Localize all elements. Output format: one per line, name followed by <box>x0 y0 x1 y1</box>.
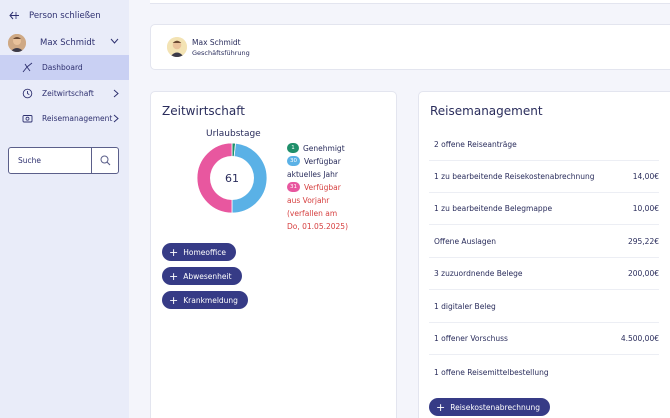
wallet-icon <box>21 113 33 125</box>
profile-role: Geschäftsführung <box>192 48 250 57</box>
plus-icon: + <box>169 293 179 307</box>
legend-text: Verfügbar <box>304 183 341 192</box>
search-box <box>8 147 119 174</box>
legend-text-continued: Do, 01.05.2025) <box>287 222 348 231</box>
sidebar-item-label: Reisemanagement <box>42 114 113 123</box>
reisemanagement-card: Reisemanagement 2 offene Reiseanträge 1 … <box>418 91 670 418</box>
reise-row-reisekostenabrechnung[interactable]: 1 zu bearbeitende Reisekostenabrechnung … <box>429 161 659 193</box>
search-input[interactable] <box>9 148 91 173</box>
row-label: 1 zu bearbeitende Reisekostenabrechnung <box>434 172 595 181</box>
row-label: 1 zu bearbeitende Belegmappe <box>434 204 553 213</box>
vacation-donut-chart: 61 <box>196 142 268 214</box>
legend-text: Verfügbar <box>304 157 341 166</box>
row-label: Offene Auslagen <box>434 237 497 246</box>
reise-row-belegmappe[interactable]: 1 zu bearbeitende Belegmappe 10,00€ <box>429 193 659 225</box>
chevron-right-icon <box>113 114 119 123</box>
button-label: Abwesenheit <box>183 271 232 281</box>
row-label: 1 offener Vorschuss <box>434 334 508 343</box>
search-icon <box>100 155 110 166</box>
donut-legend: 1 Genehmigt 30 Verfügbar aktuelles Jahr … <box>287 142 348 233</box>
reise-row-reisemittelbestellung[interactable]: 1 offene Reisemittelbestellung <box>429 356 659 388</box>
add-homeoffice-button[interactable]: + Homeoffice <box>162 243 236 261</box>
zeitwirtschaft-card: Zeitwirtschaft Urlaubstage 61 1 Genehmig… <box>150 91 397 418</box>
legend-item: 1 Genehmigt <box>287 142 348 155</box>
legend-item: 30 Verfügbar <box>287 155 348 168</box>
row-value: 4.500,00€ <box>620 334 659 343</box>
add-krankmeldung-button[interactable]: + Krankmeldung <box>162 291 248 309</box>
reise-row-offene-auslagen[interactable]: Offene Auslagen 295,22€ <box>429 226 659 258</box>
plus-icon: + <box>169 269 179 283</box>
donut-total: 61 <box>225 172 239 185</box>
legend-text-continued: (verfallen am <box>287 209 338 218</box>
button-label: Homeoffice <box>183 247 226 257</box>
legend-text-continued: aktuelles Jahr <box>287 170 338 179</box>
plus-icon: + <box>169 245 179 259</box>
row-value: 295,22€ <box>627 237 659 246</box>
top-panel-edge <box>150 0 670 4</box>
sidebar-item-label: Zeitwirtschaft <box>42 89 94 98</box>
card-title: Zeitwirtschaft <box>162 104 245 118</box>
profile-name: Max Schmidt <box>192 37 241 47</box>
person-photo-icon <box>167 37 187 57</box>
row-value: 14,00€ <box>632 172 659 181</box>
add-reisekostenabrechnung-button[interactable]: + Reisekostenabrechnung <box>429 398 550 416</box>
dashboard-icon <box>21 62 33 74</box>
user-menu[interactable]: Max Schmidt <box>0 31 129 55</box>
close-person-label: Person schließen <box>29 10 101 21</box>
add-abwesenheit-button[interactable]: + Abwesenheit <box>162 267 242 285</box>
profile-card: Max Schmidt Geschäftsführung <box>150 24 670 70</box>
close-person-button[interactable]: Person schließen <box>0 0 129 31</box>
legend-badge: 31 <box>287 182 300 192</box>
row-label: 1 digitaler Beleg <box>434 302 496 311</box>
sidebar-item-label: Dashboard <box>42 63 83 72</box>
arrow-left-icon <box>9 11 19 20</box>
chevron-right-icon <box>113 89 119 98</box>
reise-row-reiseantraege[interactable]: 2 offene Reiseanträge <box>429 129 659 161</box>
button-label: Reisekostenabrechnung <box>450 402 540 412</box>
sidebar: Person schließen Max Schmidt Dashboard Z… <box>0 0 129 418</box>
clock-icon <box>21 88 33 100</box>
sidebar-item-zeitwirtschaft[interactable]: Zeitwirtschaft <box>0 81 129 106</box>
legend-text-continued: aus Vorjahr <box>287 196 330 205</box>
legend-badge: 1 <box>287 143 299 153</box>
person-photo-icon <box>8 34 26 52</box>
user-name: Max Schmidt <box>40 38 96 48</box>
legend-badge: 30 <box>287 156 300 166</box>
row-label: 3 zuzuordnende Belege <box>434 269 523 278</box>
plus-icon: + <box>436 400 446 414</box>
row-label: 2 offene Reiseanträge <box>434 140 517 149</box>
row-label: 1 offene Reisemittelbestellung <box>434 367 549 377</box>
reise-row-vorschuss[interactable]: 1 offener Vorschuss 4.500,00€ <box>429 323 659 355</box>
row-value: 10,00€ <box>632 204 659 213</box>
button-label: Krankmeldung <box>183 295 238 305</box>
sidebar-item-dashboard[interactable]: Dashboard <box>0 55 129 80</box>
reise-row-digitaler-beleg[interactable]: 1 digitaler Beleg <box>429 291 659 323</box>
row-value: 200,00€ <box>627 269 659 278</box>
legend-text: Genehmigt <box>303 144 345 153</box>
avatar <box>8 34 26 52</box>
chevron-down-icon <box>110 38 119 44</box>
donut-title: Urlaubstage <box>206 129 261 139</box>
reise-row-belege[interactable]: 3 zuzuordnende Belege 200,00€ <box>429 258 659 290</box>
legend-item: 31 Verfügbar <box>287 181 348 194</box>
avatar <box>167 37 187 57</box>
sidebar-item-reisemanagement[interactable]: Reisemanagement <box>0 106 129 131</box>
search-button[interactable] <box>91 148 118 173</box>
card-title: Reisemanagement <box>430 104 543 118</box>
